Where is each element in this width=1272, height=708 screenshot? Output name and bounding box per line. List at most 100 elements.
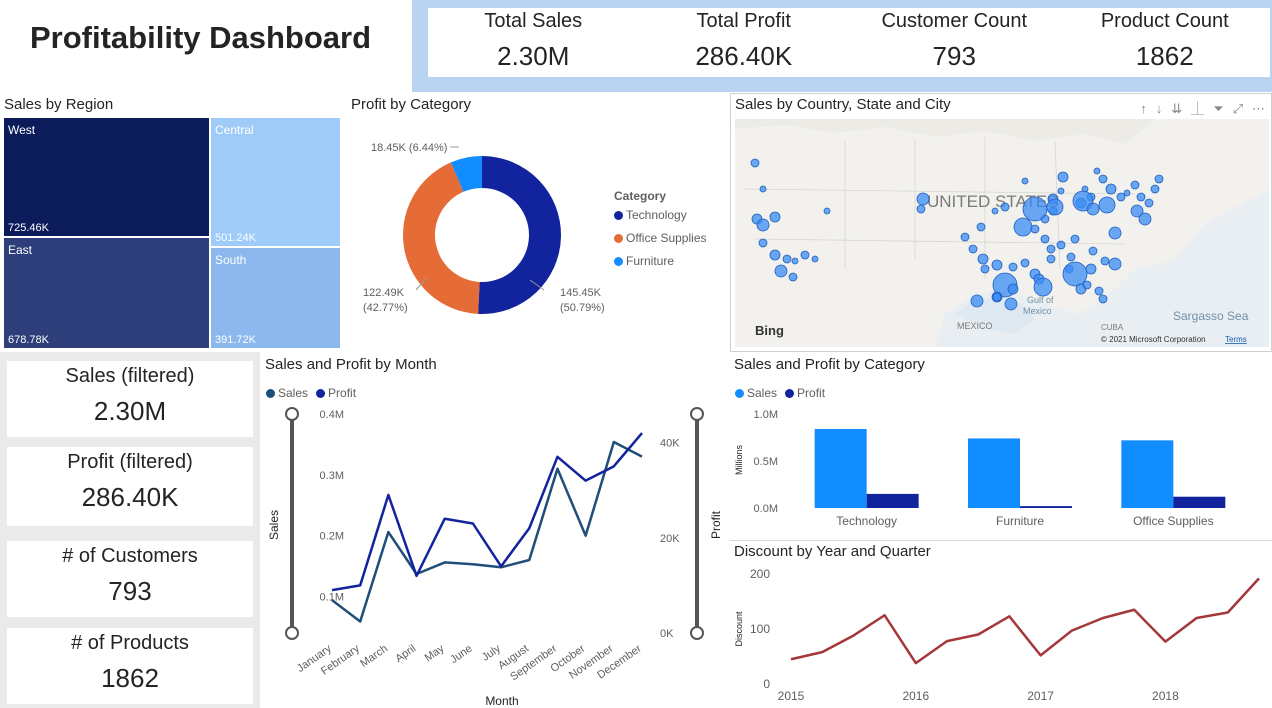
arrow-up-icon[interactable]: ↑	[1140, 101, 1147, 116]
legend-item-profit[interactable]: Profit	[785, 386, 825, 400]
double-arrow-down-icon[interactable]: ⇊	[1171, 101, 1182, 117]
kpi-card[interactable]: Total Sales 2.30M Total Profit 286.40K C…	[428, 8, 1270, 77]
legend-item-furniture[interactable]: Furniture	[614, 254, 707, 268]
map-bubble[interactable]	[788, 272, 798, 282]
treemap-cell-central[interactable]: Central 501.24K	[210, 117, 341, 247]
map-bubble[interactable]	[916, 192, 930, 206]
legend-item-office-supplies[interactable]: Office Supplies	[614, 231, 707, 245]
map-bubble[interactable]	[1150, 184, 1160, 194]
map-bubble[interactable]	[1057, 187, 1065, 195]
map-bubble[interactable]	[1108, 226, 1122, 240]
map-bubble[interactable]	[1108, 257, 1122, 271]
bar-profit[interactable]	[1020, 506, 1072, 508]
map-bubble[interactable]	[1136, 192, 1146, 202]
more-options-icon[interactable]: ⋯	[1252, 101, 1265, 117]
treemap-cell-east[interactable]: East 678.78K	[3, 237, 210, 349]
kpi-product-count[interactable]: Product Count 1862	[1060, 8, 1271, 77]
map-bubble[interactable]	[1123, 189, 1131, 197]
kpi-customer-count[interactable]: Customer Count 793	[849, 8, 1060, 77]
map-bubble[interactable]	[1056, 240, 1066, 250]
focus-mode-icon[interactable]: ⤢	[1233, 101, 1243, 117]
map-bubble[interactable]	[1100, 256, 1110, 266]
map-bubble[interactable]	[1008, 262, 1018, 272]
map-bubble[interactable]	[991, 207, 999, 215]
legend-item-sales[interactable]: Sales	[266, 386, 308, 400]
map-bubble[interactable]	[774, 264, 788, 278]
map-bubble[interactable]	[759, 185, 767, 193]
map-bubble[interactable]	[1022, 196, 1048, 222]
map-bubble[interactable]	[968, 244, 978, 254]
map-bubble[interactable]	[756, 218, 770, 232]
map-bubble[interactable]	[1093, 167, 1101, 175]
treemap[interactable]: West 725.46K Central 501.24K East 678.78…	[3, 117, 341, 349]
card-customers[interactable]: # of Customers 793	[7, 541, 253, 617]
bar-sales[interactable]	[814, 429, 867, 508]
map-bubble[interactable]	[1098, 294, 1108, 304]
map-bubble[interactable]	[991, 259, 1003, 271]
bar-sales[interactable]	[1121, 440, 1174, 508]
map-bubble[interactable]	[1000, 202, 1010, 212]
map-bubble[interactable]	[1130, 180, 1140, 190]
map-bubble[interactable]	[791, 257, 799, 265]
legend-item-sales[interactable]: Sales	[735, 386, 777, 400]
legend-item-technology[interactable]: Technology	[614, 208, 707, 222]
map-bubble[interactable]	[1020, 258, 1030, 268]
map-bubble[interactable]	[769, 249, 781, 261]
map-bubble[interactable]	[1154, 174, 1164, 184]
discount-chart[interactable]: Discount 0 100 200 2015 2016 2017 2018	[730, 562, 1272, 708]
map-bubble[interactable]	[823, 207, 831, 215]
map-bubble[interactable]	[1082, 280, 1092, 290]
map-bubble[interactable]	[1062, 261, 1088, 287]
zoom-slider-handle[interactable]	[690, 407, 704, 421]
map-bubble[interactable]	[1085, 263, 1097, 275]
bar-profit[interactable]	[866, 493, 919, 508]
map-bubble[interactable]	[1144, 198, 1154, 208]
series-line-discount[interactable]	[790, 577, 1260, 665]
map-bubble[interactable]	[800, 250, 810, 260]
map-bubble[interactable]	[1057, 171, 1069, 183]
sales-profit-category-chart[interactable]: Millions 0.0M 0.5M 1.0M Technology Furniture…	[730, 400, 1272, 535]
arrow-down-icon[interactable]: ↓	[1156, 101, 1163, 116]
kpi-total-profit[interactable]: Total Profit 286.40K	[639, 8, 850, 77]
bar-sales[interactable]	[968, 438, 1020, 508]
kpi-total-sales[interactable]: Total Sales 2.30M	[428, 8, 639, 77]
bar-profit[interactable]	[1173, 496, 1226, 508]
zoom-slider-handle[interactable]	[285, 407, 299, 421]
map-bubble[interactable]	[1004, 297, 1018, 311]
map-bubble[interactable]	[1105, 183, 1117, 195]
map-bubble[interactable]	[811, 255, 819, 263]
card-sales-filtered[interactable]: Sales (filtered) 2.30M	[7, 361, 253, 437]
map-bubble[interactable]	[758, 238, 768, 248]
map-bubble[interactable]	[1046, 254, 1056, 264]
map-bubble[interactable]	[916, 204, 926, 214]
map-bubble[interactable]	[1094, 286, 1104, 296]
map-bubble[interactable]	[1007, 283, 1019, 295]
map-bubble[interactable]	[750, 158, 760, 168]
map-bubble[interactable]	[1098, 174, 1108, 184]
map-visual[interactable]: Sales by Country, State and City ↑ ↓ ⇊ ⏊ ⏷ ⤢ ⋯…	[730, 93, 1272, 352]
map-bubble[interactable]	[1086, 202, 1100, 216]
card-profit-filtered[interactable]: Profit (filtered) 286.40K	[7, 447, 253, 526]
map-bubble[interactable]	[1046, 244, 1056, 254]
map-bubble[interactable]	[1098, 196, 1116, 214]
card-products[interactable]: # of Products 1862	[7, 628, 253, 704]
map-bubble[interactable]	[980, 264, 990, 274]
filter-icon[interactable]: ⏷	[1213, 101, 1223, 117]
zoom-slider-handle[interactable]	[285, 626, 299, 640]
map-bubble[interactable]	[970, 294, 984, 308]
map-bubble[interactable]	[1070, 234, 1080, 244]
map-bubble[interactable]	[976, 222, 986, 232]
map-bubble[interactable]	[1066, 252, 1076, 262]
map-terms-link[interactable]: Terms	[1225, 335, 1247, 344]
map-bubble[interactable]	[960, 232, 970, 242]
map-bubble[interactable]	[769, 211, 781, 223]
map-bubble[interactable]	[1040, 234, 1050, 244]
series-line-sales[interactable]	[331, 440, 643, 623]
map-bubble[interactable]	[977, 253, 989, 265]
map-canvas[interactable]: UNITED STATES Gulf of Mexico MEXICO CUBA…	[735, 119, 1269, 347]
map-bubble[interactable]	[1046, 198, 1064, 216]
donut-slice-technology[interactable]	[478, 156, 562, 315]
map-bubble[interactable]	[1013, 217, 1033, 237]
map-bubble[interactable]	[1033, 277, 1053, 297]
map-bubble[interactable]	[1021, 177, 1029, 185]
